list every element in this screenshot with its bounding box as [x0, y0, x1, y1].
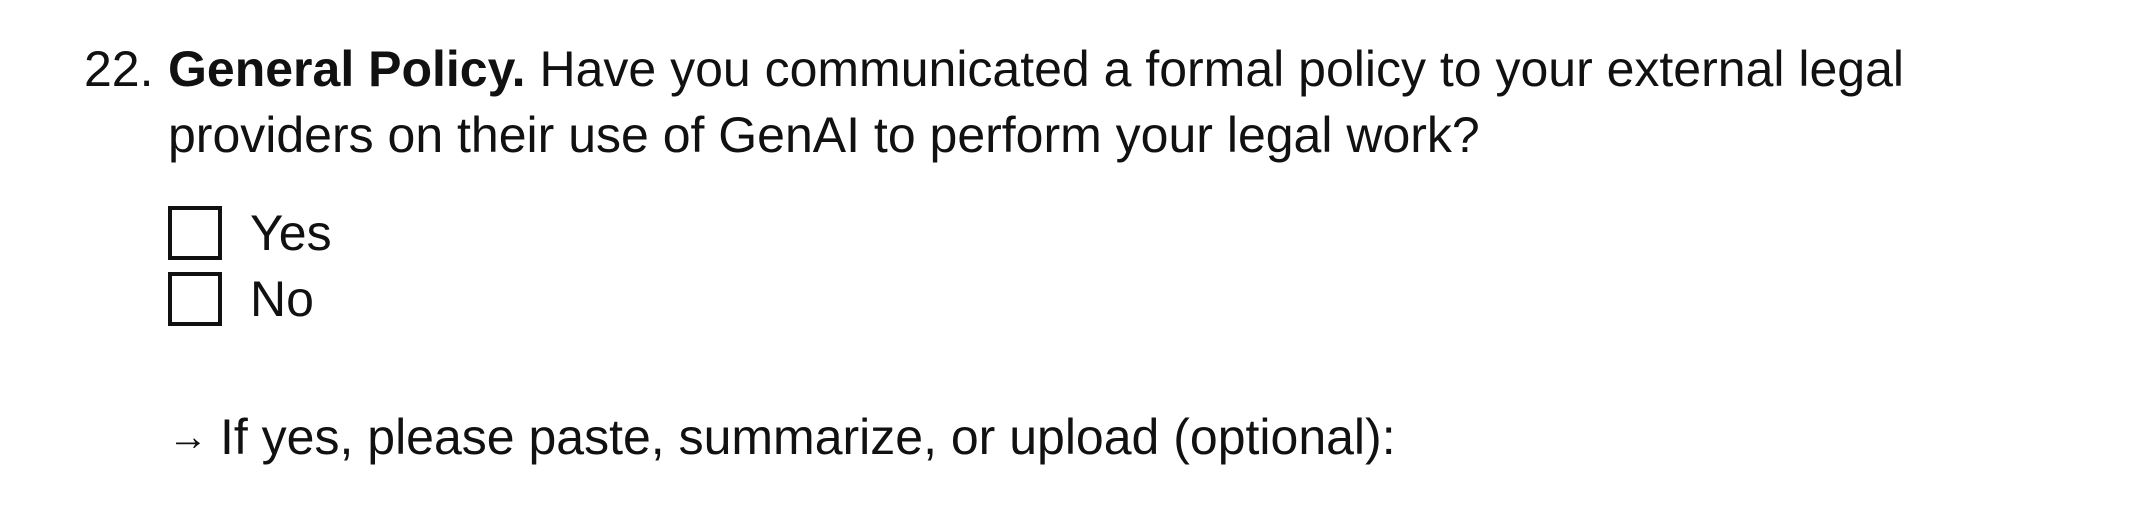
yes-checkbox[interactable]: [168, 206, 222, 260]
followup-text: If yes, please paste, summarize, or uplo…: [220, 409, 1396, 465]
option-yes-label: Yes: [250, 205, 332, 261]
option-no-label: No: [250, 271, 314, 327]
followup-prompt: → If yes, please paste, summarize, or up…: [168, 404, 1396, 470]
question-22: 22. General Policy. Have you communicate…: [84, 36, 2064, 168]
question-text-block: General Policy. Have you communicated a …: [168, 36, 2064, 168]
arrow-right-icon: →: [168, 415, 208, 459]
no-checkbox[interactable]: [168, 272, 222, 326]
option-yes[interactable]: Yes: [168, 200, 332, 266]
question-number: 22.: [84, 41, 154, 97]
option-no[interactable]: No: [168, 266, 332, 332]
question-title: General Policy.: [168, 41, 526, 97]
answer-options: Yes No: [168, 200, 332, 332]
